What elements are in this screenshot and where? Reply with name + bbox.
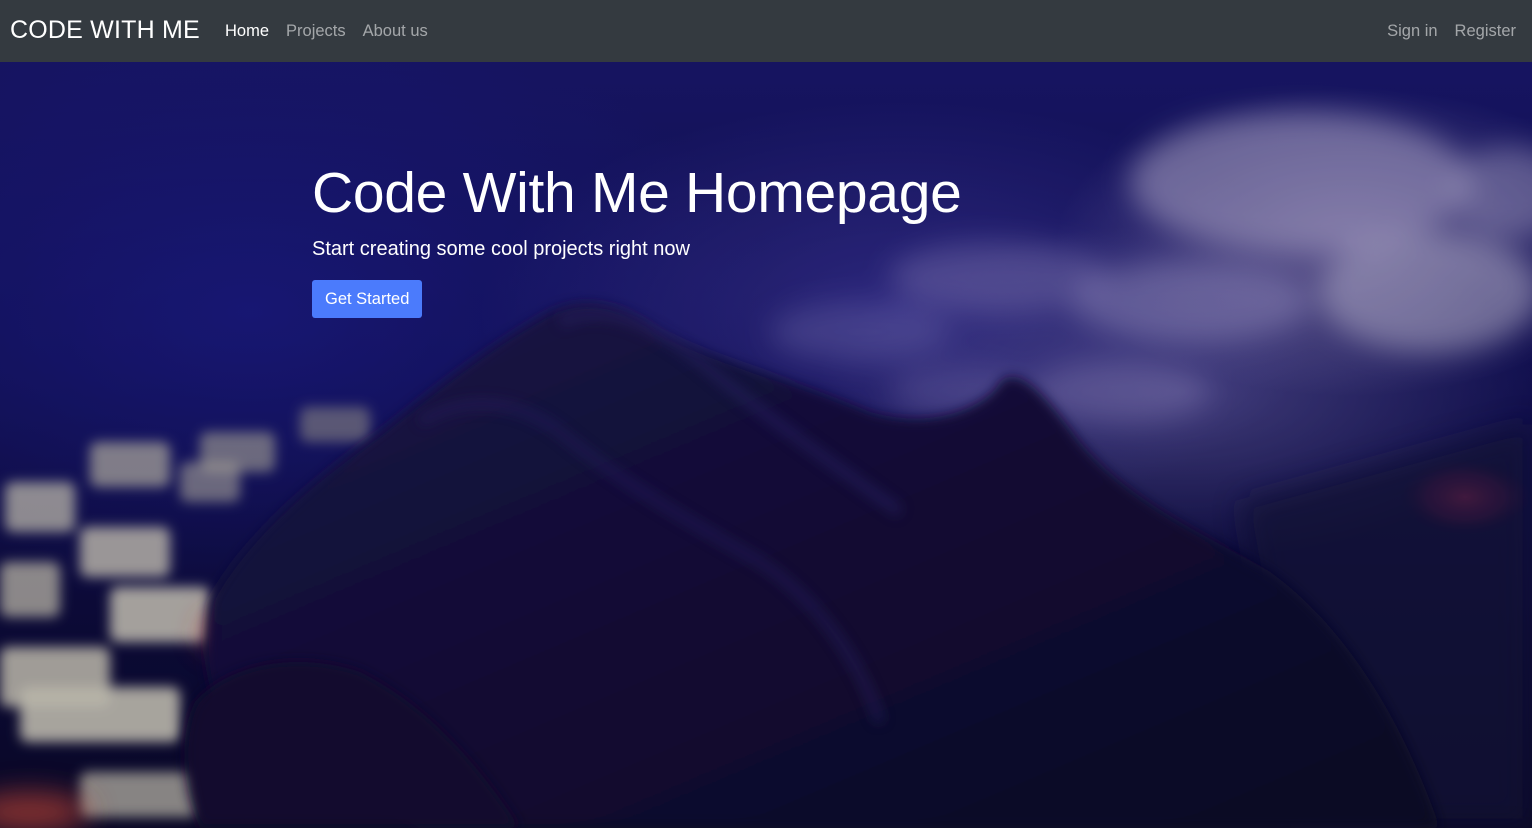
hero-section: Code With Me Homepage Start creating som… [0, 62, 1532, 828]
account-nav: Sign in Register [1370, 20, 1516, 42]
hero-content: Code With Me Homepage Start creating som… [312, 158, 962, 318]
nav-link-register[interactable]: Register [1455, 20, 1516, 42]
hero-title: Code With Me Homepage [312, 161, 962, 225]
nav-link-projects[interactable]: Projects [286, 20, 346, 42]
primary-nav: Home Projects About us [225, 20, 445, 42]
top-navbar: CODE WITH ME Home Projects About us Sign… [0, 0, 1532, 62]
nav-link-home[interactable]: Home [225, 20, 269, 42]
get-started-button[interactable]: Get Started [312, 280, 423, 318]
page: CODE WITH ME Home Projects About us Sign… [0, 0, 1532, 828]
brand-logo[interactable]: CODE WITH ME [10, 14, 200, 46]
nav-link-sign-in[interactable]: Sign in [1387, 20, 1437, 42]
hero-subtitle: Start creating some cool projects right … [312, 238, 690, 260]
nav-link-about-us[interactable]: About us [363, 20, 428, 42]
